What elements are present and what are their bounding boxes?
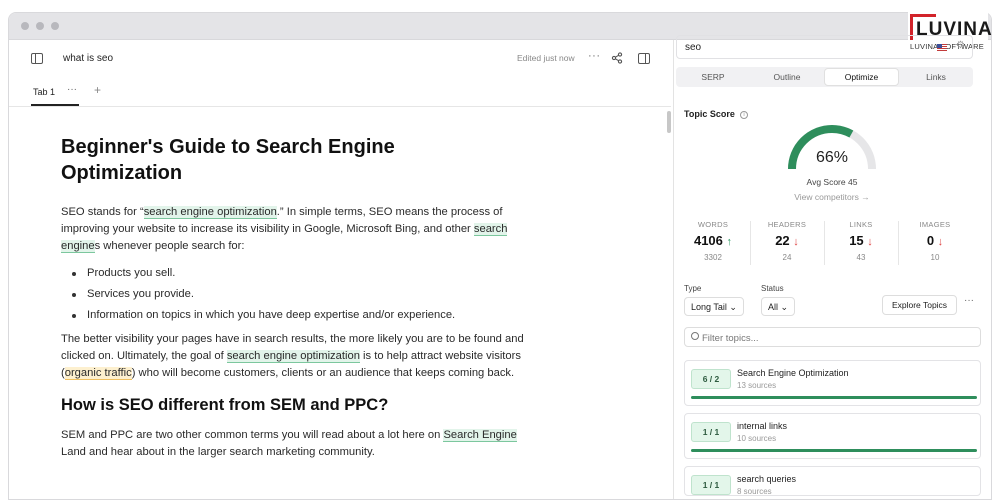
bullet-list: Products you sell. Services you provide.… xyxy=(61,263,551,326)
sidebar-toggle-icon[interactable] xyxy=(31,53,43,64)
paragraph-sem-ppc: SEM and PPC are two other common terms y… xyxy=(61,429,517,458)
keyword-search-input[interactable]: seo ⚙ xyxy=(676,35,973,59)
window-dot-maximize[interactable] xyxy=(51,22,59,30)
keyword-value: seo xyxy=(685,42,702,53)
topic-name: internal links xyxy=(737,421,788,431)
topic-sources: 10 sources xyxy=(737,434,777,443)
status-dropdown[interactable]: All ⌄ xyxy=(761,297,796,316)
paragraph-intro: SEO stands for “search engine optimizati… xyxy=(61,206,508,253)
topic-card[interactable]: 6 / 2 Search Engine Optimization 13 sour… xyxy=(684,360,981,406)
more-options-icon[interactable]: ··· xyxy=(588,50,601,62)
paragraph-visibility: The better visibility your pages have in… xyxy=(61,333,524,380)
type-dropdown[interactable]: Long Tail ⌄ xyxy=(684,297,744,316)
active-tab-indicator xyxy=(31,104,79,106)
optimization-panel: seo ⚙ SERP Outline Optimize Links Topic … xyxy=(665,27,984,496)
us-flag-icon[interactable] xyxy=(937,44,947,51)
type-label: Type xyxy=(684,284,702,293)
topic-card[interactable]: 1 / 1 internal links 10 sources xyxy=(684,413,981,459)
panel-tabs: SERP Outline Optimize Links xyxy=(676,67,973,87)
trend-down-icon: ↓ xyxy=(867,236,873,248)
topic-sources: 13 sources xyxy=(737,381,777,390)
stat-headers: HEADERS 22 ↓ 24 xyxy=(767,220,807,262)
document-title[interactable]: what is seo xyxy=(63,53,113,64)
settings-icon[interactable]: ⚙ xyxy=(956,40,965,51)
topic-name: Search Engine Optimization xyxy=(737,368,849,378)
add-tab-button[interactable]: + xyxy=(94,83,101,97)
trend-down-icon: ↓ xyxy=(793,236,799,248)
document-heading: Beginner's Guide to Search Engine Optimi… xyxy=(61,136,395,184)
edited-status: Edited just now xyxy=(517,53,575,63)
trend-down-icon: ↓ xyxy=(937,236,944,248)
keyword-highlight[interactable]: search engine optimization xyxy=(143,206,277,219)
topic-card[interactable]: 1 / 1 search queries 8 sources xyxy=(684,466,981,496)
view-competitors-link[interactable]: View competitors → xyxy=(774,192,890,202)
topic-count-badge: 6 / 2 xyxy=(691,369,731,389)
status-label: Status xyxy=(761,284,784,293)
list-item: Products you sell. xyxy=(61,263,551,284)
section-heading: How is SEO different from SEM and PPC? xyxy=(61,396,389,414)
tab-serp[interactable]: SERP xyxy=(676,67,750,87)
share-icon[interactable] xyxy=(611,52,623,64)
document-tabs: Tab 1 ··· + xyxy=(9,78,671,107)
explore-topics-button[interactable]: Explore Topics xyxy=(882,295,957,315)
tab-optimize[interactable]: Optimize xyxy=(824,68,899,86)
topic-count-badge: 1 / 1 xyxy=(691,475,731,495)
list-item: Services you provide. xyxy=(61,284,551,305)
topic-score-label: Topic Score xyxy=(684,109,735,119)
window-dot-close[interactable] xyxy=(21,22,29,30)
info-icon[interactable]: i xyxy=(740,111,748,119)
right-panel-toggle-icon[interactable] xyxy=(638,53,650,64)
tab-outline[interactable]: Outline xyxy=(750,67,824,87)
more-options-icon[interactable]: ··· xyxy=(964,295,974,306)
keyword-highlight-warning[interactable]: organic traffic xyxy=(64,367,132,380)
tab-1[interactable]: Tab 1 xyxy=(33,87,55,97)
tab-more-icon[interactable]: ··· xyxy=(67,84,77,95)
keyword-highlight[interactable]: search engine optimization xyxy=(226,350,360,363)
content-stats: WORDS 4106 ↑ 3302 HEADERS 22 ↓ 24 LINKS … xyxy=(676,217,973,269)
search-icon xyxy=(691,332,699,340)
topic-sources: 8 sources xyxy=(737,487,772,496)
topic-count-badge: 1 / 1 xyxy=(691,422,731,442)
topic-name: search queries xyxy=(737,474,797,484)
filter-topics-input[interactable]: Filter topics... xyxy=(684,327,981,347)
stat-links: LINKS 15 ↓ 43 xyxy=(849,220,873,262)
stat-images: IMAGES 0 ↓ 10 xyxy=(919,220,951,262)
filter-placeholder: Filter topics... xyxy=(702,333,759,344)
topic-progress-bar xyxy=(691,396,977,399)
document-content[interactable]: Beginner's Guide to Search Engine Optimi… xyxy=(61,134,551,461)
window-dot-minimize[interactable] xyxy=(36,22,44,30)
trend-up-icon: ↑ xyxy=(726,236,733,248)
list-item: Information on topics in which you have … xyxy=(61,305,551,326)
average-score: Avg Score 45 xyxy=(806,177,858,187)
editor-header: what is seo Edited just now ··· xyxy=(9,40,671,78)
keyword-highlight[interactable]: Search Engine xyxy=(443,429,517,442)
topic-score-value: 66% xyxy=(815,149,849,166)
topic-progress-bar xyxy=(691,449,977,452)
stat-words: WORDS 4106 ↑ 3302 xyxy=(693,220,733,262)
tab-links[interactable]: Links xyxy=(899,67,973,87)
